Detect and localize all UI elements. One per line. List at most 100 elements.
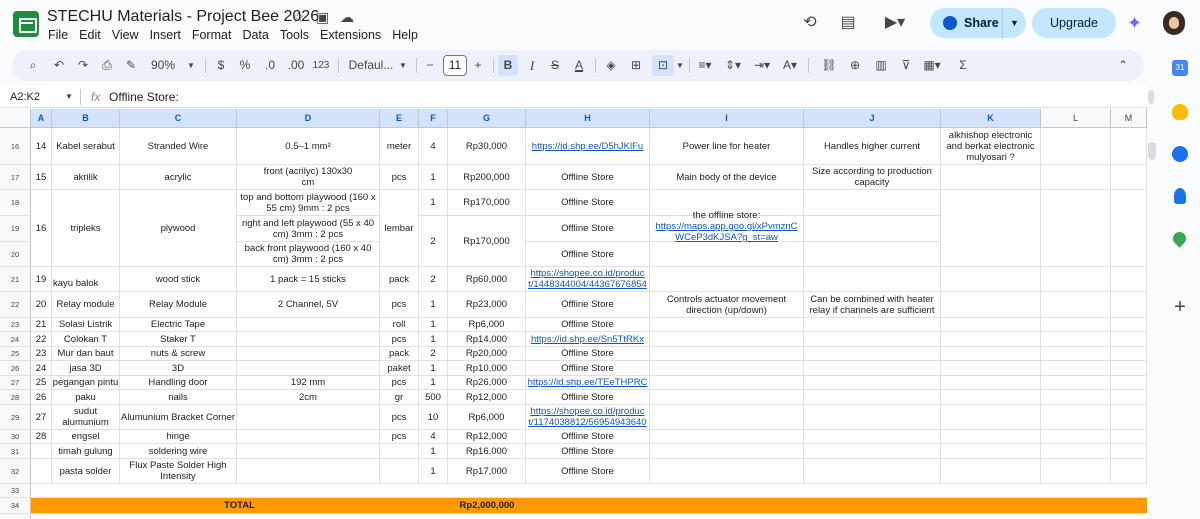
cell-d31[interactable] [237,444,380,459]
cell-h23[interactable]: Offline Store [526,318,650,332]
cell-e18-merged[interactable]: lembar [380,190,419,267]
insert-comment-icon[interactable]: ⊕ [846,55,864,76]
cell-c24[interactable]: Staker T [120,332,237,347]
offline-store-maps-link[interactable]: https://maps.app.goo.gl/xPvmznCWCeP3dKJS… [652,221,801,243]
cell-j26[interactable] [804,361,941,376]
cell-f22[interactable]: 1 [419,292,448,318]
cell-j17[interactable]: Size according to production capacity [804,165,941,190]
menu-view[interactable]: View [112,28,139,42]
cell-l30[interactable] [1041,430,1111,444]
cell-l31[interactable] [1041,444,1111,459]
cell-d19[interactable]: right and left playwood (55 x 40 cm) 3mm… [237,216,380,242]
print-icon[interactable]: ⎙ [98,55,116,76]
cell-a30[interactable]: 28 [31,430,52,444]
contacts-icon[interactable] [1174,188,1186,204]
menu-extensions[interactable]: Extensions [320,28,381,42]
cell-i27[interactable] [650,376,804,390]
row-header-30[interactable]: 30 [0,430,31,444]
cell-l21[interactable] [1041,267,1111,292]
cell-f28[interactable]: 500 [419,390,448,405]
cell-i25[interactable] [650,347,804,361]
column-header-b[interactable]: B [52,109,120,128]
cell-f23[interactable]: 1 [419,318,448,332]
cell-b31[interactable]: timah gulung [52,444,120,459]
formula-input[interactable]: Offline Store: [109,90,179,104]
cell-b28[interactable]: paku [52,390,120,405]
cell-l27[interactable] [1041,376,1111,390]
cell-k21[interactable] [941,267,1041,292]
cell-m31[interactable] [1111,444,1147,459]
column-header-m[interactable]: M [1111,109,1147,128]
cell-i30[interactable] [650,430,804,444]
cell-g17[interactable]: Rp200,000 [448,165,526,190]
column-header-e[interactable]: E [380,109,419,128]
zoom-dropdown-icon[interactable]: ▼ [184,55,198,76]
cell-b30[interactable]: engsel [52,430,120,444]
filter-views-icon[interactable]: ▦▾ [920,55,944,76]
star-icon[interactable]: ☆ [292,9,305,26]
menu-file[interactable]: File [48,28,68,42]
cell-m30[interactable] [1111,430,1147,444]
row-header-25[interactable]: 25 [0,347,31,361]
row-header-31[interactable]: 31 [0,444,31,459]
cell-h24-link[interactable]: https://id.shp.ee/Sn5TtRKx [526,332,650,347]
cell-i29[interactable] [650,405,804,430]
search-menus-icon[interactable]: ⌕ [24,55,42,76]
cell-k30[interactable] [941,430,1041,444]
cell-b18-merged[interactable]: tripleks [52,190,120,267]
maps-icon[interactable] [1170,229,1189,248]
cell-c27[interactable]: Handling door [120,376,237,390]
row-header-24[interactable]: 24 [0,332,31,347]
cell-i31[interactable] [650,444,804,459]
cell-h31[interactable]: Offline Store [526,444,650,459]
cell-j25[interactable] [804,347,941,361]
cell-m23[interactable] [1111,318,1147,332]
cell-e23[interactable]: roll [380,318,419,332]
cell-k16[interactable]: alkhishop electronic and berkat electron… [941,128,1041,165]
cell-g32[interactable]: Rp17,000 [448,459,526,484]
cell-g23[interactable]: Rp6,000 [448,318,526,332]
row-header-22[interactable]: 22 [0,292,31,318]
history-icon[interactable]: ⟲ [799,12,821,34]
document-title[interactable]: STECHU Materials - Project Bee 2026 [47,8,319,26]
cell-f16[interactable]: 4 [419,128,448,165]
cell-a23[interactable]: 21 [31,318,52,332]
cell-l17[interactable] [1041,165,1111,190]
cell-c30[interactable]: hinge [120,430,237,444]
cell-d25[interactable] [237,347,380,361]
column-header-l[interactable]: L [1041,109,1111,128]
select-all-corner[interactable] [0,109,31,128]
cell-j16[interactable]: Handles higher current [804,128,941,165]
total-fill-cell[interactable] [526,498,1147,514]
comments-icon[interactable]: ▤ [837,12,859,34]
cell-k26[interactable] [941,361,1041,376]
column-header-j[interactable]: J [804,109,941,128]
cell-c26[interactable]: 3D [120,361,237,376]
cell-l25[interactable] [1041,347,1111,361]
cell-d16[interactable]: 0.5–1 mm² [237,128,380,165]
cell-h17[interactable]: Offline Store [526,165,650,190]
cell-m21[interactable] [1111,267,1147,292]
cell-d17[interactable]: front (acrilyc) 130x30 cm [237,165,380,190]
cell-c29[interactable]: Alumunium Bracket Corner [120,405,237,430]
cell-m16[interactable] [1111,128,1147,165]
cell-h19[interactable]: Offline Store [526,216,650,242]
cell-g29[interactable]: Rp6,000 [448,405,526,430]
cell-e27[interactable]: pcs [380,376,419,390]
insert-link-icon[interactable]: ⛓ [820,55,838,76]
cell-b29[interactable]: sudut alumunium [52,405,120,430]
zoom-value[interactable]: 90% [148,55,178,76]
formula-bar-scrollbar[interactable] [1148,90,1154,104]
currency-format-button[interactable]: $ [212,55,230,76]
cell-f31[interactable]: 1 [419,444,448,459]
gemini-icon[interactable]: ✦ [1127,13,1142,34]
cell-e30[interactable]: pcs [380,430,419,444]
filter-icon[interactable]: ⊽ [897,55,915,76]
cell-e29[interactable]: pcs [380,405,419,430]
column-header-h[interactable]: H [526,109,650,128]
cell-j29[interactable] [804,405,941,430]
text-color-icon[interactable]: A [570,55,588,76]
strikethrough-button[interactable]: S [546,55,564,76]
cell-a22[interactable]: 20 [31,292,52,318]
cell-e32[interactable] [380,459,419,484]
